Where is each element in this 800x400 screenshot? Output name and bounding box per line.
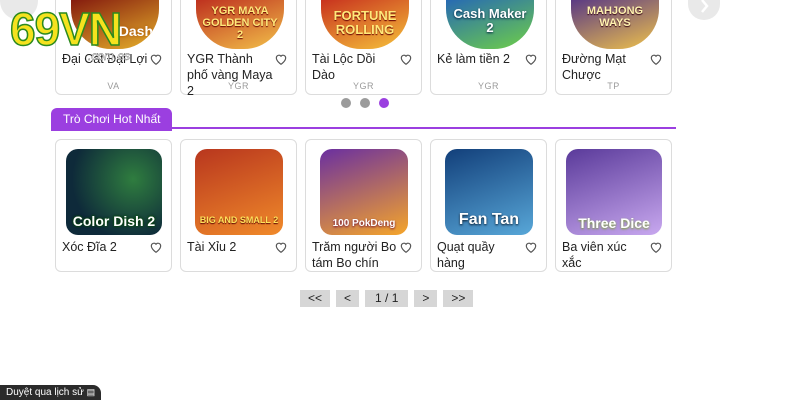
game-name: Đường Mạt Chược — [562, 52, 626, 82]
heart-icon[interactable] — [149, 240, 163, 254]
heart-icon[interactable] — [524, 52, 538, 66]
game-card[interactable]: YGR MAYA GOLDEN CITY 2 YGR Thành phố vàn… — [180, 0, 297, 98]
thumbnail-title: Cash Maker 2 — [453, 6, 527, 35]
logo-text: 69VN — [9, 3, 123, 55]
prev-page-button[interactable]: < — [336, 290, 360, 307]
heart-icon[interactable] — [399, 240, 413, 254]
game-thumbnail: Cash Maker 2 — [446, 0, 534, 49]
game-thumbnail: BIG AND SMALL 2 — [195, 149, 283, 235]
history-icon: ▤ — [86, 387, 96, 397]
game-card[interactable]: MAHJONG WAYS Đường Mạt Chược TP — [555, 0, 672, 95]
heart-icon[interactable] — [649, 240, 663, 254]
game-name: Ba viên xúc xắc — [562, 240, 627, 270]
heart-icon[interactable] — [524, 240, 538, 254]
provider-label: YGR — [352, 81, 374, 91]
carousel-pagination-dots — [341, 98, 389, 108]
game-card[interactable]: BIG AND SMALL 2 Tài Xỉu 2 — [180, 139, 297, 272]
carousel-next-button[interactable] — [688, 0, 720, 20]
carousel-dot[interactable] — [341, 98, 351, 108]
last-page-button[interactable]: >> — [443, 290, 474, 307]
game-card[interactable]: 100 PokDeng Trăm người Bo tám Bo chín — [305, 139, 422, 272]
game-name: Tài Xỉu 2 — [187, 240, 237, 254]
heart-icon[interactable] — [649, 52, 663, 66]
game-thumbnail: YGR MAYA GOLDEN CITY 2 — [196, 0, 284, 49]
provider-label: TP — [607, 81, 620, 91]
game-thumbnail: Three Dice — [566, 149, 662, 235]
game-card[interactable]: Color Dish 2 Xóc Đĩa 2 — [55, 139, 172, 272]
thumbnail-title: Three Dice — [578, 215, 650, 231]
heart-icon[interactable] — [149, 52, 163, 66]
heart-icon[interactable] — [274, 240, 288, 254]
game-name: Quạt quầy hàng — [437, 240, 495, 270]
chevron-right-icon — [701, 0, 709, 13]
game-card[interactable]: FORTUNE ROLLING Tài Lộc Dồi Dào YGR — [305, 0, 422, 95]
carousel-dot[interactable] — [360, 98, 370, 108]
next-page-button[interactable]: > — [414, 290, 438, 307]
game-thumbnail: FORTUNE ROLLING — [321, 0, 409, 49]
game-name: Tài Lộc Dồi Dào — [312, 52, 376, 82]
thumbnail-title: 100 PokDeng — [332, 218, 396, 229]
thumbnail-title: YGR MAYA GOLDEN CITY 2 — [202, 5, 278, 41]
game-name: Trăm người Bo tám Bo chín — [312, 240, 397, 270]
game-thumbnail: 100 PokDeng — [320, 149, 408, 235]
thumbnail-title: BIG AND SMALL 2 — [199, 215, 279, 225]
logo-subtext: .com.es — [88, 49, 131, 63]
thumbnail-title: Fan Tan — [458, 211, 520, 228]
page-indicator: 1 / 1 — [365, 290, 409, 307]
provider-label: YGR — [477, 81, 499, 91]
thumbnail-title: FORTUNE ROLLING — [333, 8, 397, 37]
game-name: Kẻ làm tiền 2 — [437, 52, 510, 66]
site-logo[interactable]: 69VN .com.es — [9, 3, 130, 63]
game-thumbnail: MAHJONG WAYS — [571, 0, 659, 49]
pagination: << < 1 / 1 > >> — [300, 290, 474, 307]
history-label: Duyệt qua lịch sử — [6, 387, 84, 398]
thumbnail-title: Color Dish 2 — [72, 213, 156, 229]
game-name: YGR Thành phố vàng Maya 2 — [187, 52, 273, 98]
game-card[interactable]: Fan Tan Quạt quầy hàng — [430, 139, 547, 272]
carousel-dot-active[interactable] — [379, 98, 389, 108]
thumbnail-title: Dash — [118, 23, 153, 39]
game-card[interactable]: Cash Maker 2 Kẻ làm tiền 2 YGR — [430, 0, 547, 95]
game-thumbnail: Color Dish 2 — [66, 149, 162, 235]
history-tab[interactable]: Duyệt qua lịch sử ▤ — [0, 385, 102, 400]
game-thumbnail: Fan Tan — [445, 149, 533, 235]
heart-icon[interactable] — [274, 52, 288, 66]
game-name: Xóc Đĩa 2 — [62, 240, 117, 254]
thumbnail-title: MAHJONG WAYS — [586, 5, 644, 29]
provider-label: VA — [107, 81, 120, 91]
first-page-button[interactable]: << — [300, 290, 331, 307]
heart-icon[interactable] — [399, 52, 413, 66]
provider-label: YGR — [227, 81, 249, 91]
section-divider — [51, 127, 676, 129]
game-card[interactable]: Three Dice Ba viên xúc xắc — [555, 139, 672, 272]
